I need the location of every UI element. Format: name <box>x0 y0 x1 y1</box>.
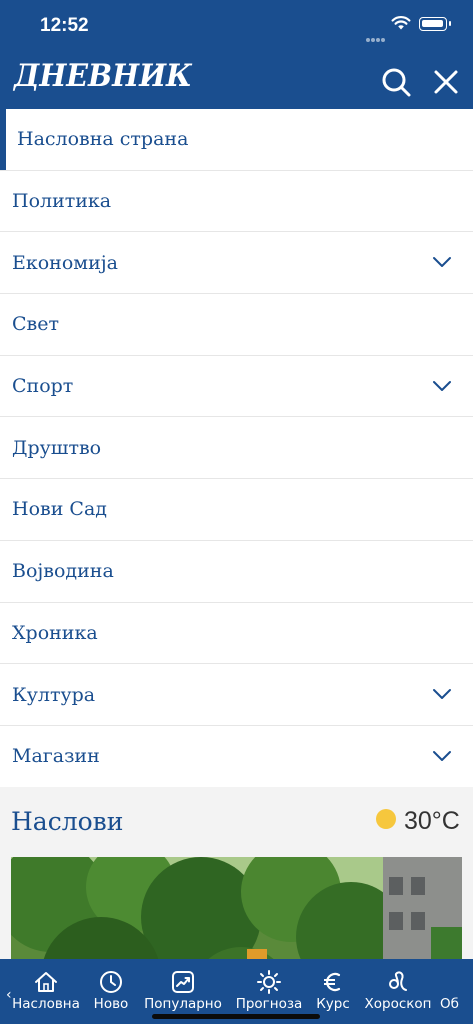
battery-icon <box>419 17 451 31</box>
menu-item-vojvodina[interactable]: Војводина <box>0 541 473 603</box>
tab-label: Курс <box>316 996 350 1012</box>
sun-outline-icon <box>257 970 281 994</box>
search-icon <box>382 68 411 97</box>
tab-ob[interactable]: Об <box>440 959 473 1024</box>
chevron-down-icon[interactable] <box>431 254 453 270</box>
chevron-down-icon[interactable] <box>431 686 453 702</box>
menu-item-label: Спорт <box>12 375 74 398</box>
app-header: 12:52 ДНЕВНИК <box>0 0 473 109</box>
tab-novo[interactable]: Ново <box>88 959 134 1024</box>
tab-label: Прогноза <box>235 996 303 1012</box>
signal-icon <box>366 27 388 42</box>
menu-item-naslovna-strana[interactable]: Насловна страна <box>0 109 473 171</box>
tab-label: Насловна <box>12 996 80 1012</box>
navigation-menu: Насловна страна Политика Економија Свет … <box>0 109 473 788</box>
menu-item-label: Нови Сад <box>12 498 107 521</box>
tab-label: Популарно <box>144 996 222 1012</box>
menu-item-politika[interactable]: Политика <box>0 171 473 233</box>
weather-temperature: 30°C <box>404 807 460 835</box>
menu-item-svet[interactable]: Свет <box>0 294 473 356</box>
trending-icon <box>172 971 194 993</box>
section-title: Наслови <box>11 807 124 836</box>
chevron-down-icon[interactable] <box>431 378 453 394</box>
sun-icon <box>376 809 396 829</box>
menu-item-label: Политика <box>12 190 112 213</box>
menu-item-label: Хроника <box>12 621 98 644</box>
close-menu-button[interactable] <box>432 68 460 96</box>
status-bar: 12:52 <box>0 0 473 52</box>
euro-icon <box>324 972 341 992</box>
tab-label: Ново <box>93 996 129 1012</box>
wifi-icon <box>391 16 411 30</box>
menu-item-label: Економија <box>12 251 118 274</box>
close-icon <box>434 70 458 94</box>
home-icon <box>35 972 57 992</box>
tab-label: Об <box>440 996 459 1012</box>
menu-item-kultura[interactable]: Култура <box>0 664 473 726</box>
menu-item-label: Магазин <box>12 745 100 768</box>
menu-item-hronika[interactable]: Хроника <box>0 603 473 665</box>
menu-item-label: Друштво <box>12 436 102 459</box>
tab-label: Хороскоп <box>364 996 432 1012</box>
menu-item-label: Војводина <box>12 560 114 583</box>
menu-item-label: Култура <box>12 683 96 706</box>
menu-item-ekonomija[interactable]: Економија <box>0 232 473 295</box>
menu-item-label: Свет <box>12 313 59 336</box>
search-button[interactable] <box>380 66 412 98</box>
clock-icon <box>100 971 122 993</box>
app-logo: ДНЕВНИК <box>14 58 192 94</box>
home-indicator <box>152 1014 320 1019</box>
menu-item-sport[interactable]: Спорт <box>0 356 473 418</box>
menu-item-label: Насловна страна <box>17 128 189 151</box>
leo-icon <box>389 971 407 991</box>
tab-naslovna[interactable]: Насловна <box>8 959 84 1024</box>
menu-item-drustvo[interactable]: Друштво <box>0 417 473 480</box>
status-time: 12:52 <box>40 15 89 36</box>
menu-item-magazin[interactable]: Магазин <box>0 726 473 788</box>
tab-horoskop[interactable]: Хороскоп <box>360 959 436 1024</box>
menu-item-novi-sad[interactable]: Нови Сад <box>0 479 473 541</box>
chevron-down-icon[interactable] <box>431 748 453 764</box>
